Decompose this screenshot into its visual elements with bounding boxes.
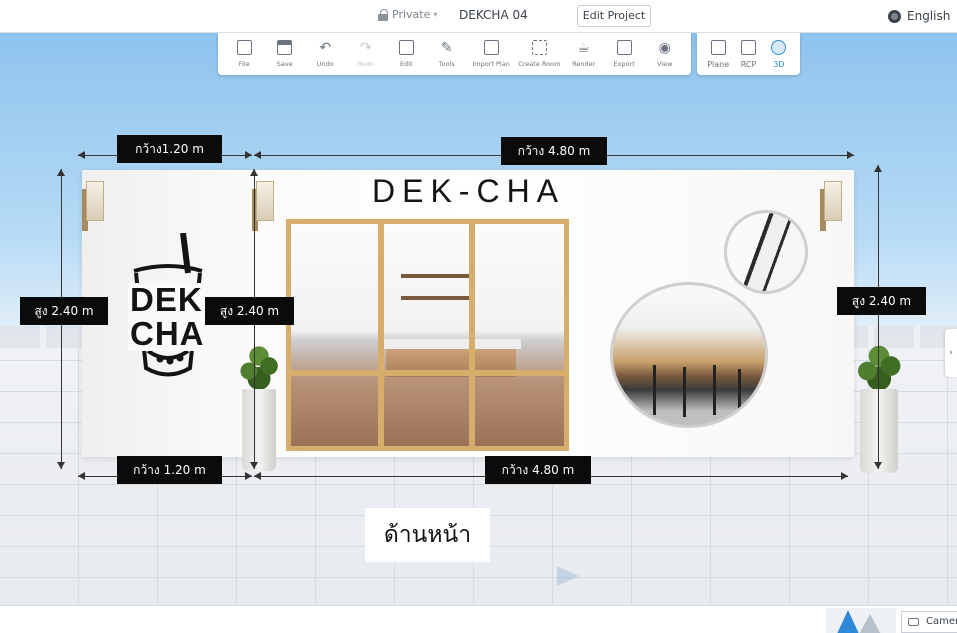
save-icon [276, 40, 294, 57]
camera-button[interactable]: Camera [901, 611, 957, 633]
lock-icon [378, 8, 389, 21]
export-icon [615, 40, 633, 57]
import-plan-label: Import Plan [472, 60, 510, 68]
wall-lamp-center [252, 181, 276, 239]
plane-view-button[interactable]: Plane [703, 33, 733, 75]
tools-label: Tools [438, 60, 455, 68]
edit-project-button[interactable]: Edit Project [577, 5, 651, 27]
export-button[interactable]: Export [604, 33, 645, 75]
compass-icon[interactable] [826, 608, 896, 633]
view-side-caption: ด้านหน้า [365, 508, 490, 562]
create-room-label: Create Room [518, 60, 561, 68]
language-label: English [907, 9, 951, 23]
undo-button[interactable]: ↶ Undo [305, 33, 346, 75]
potted-plant-left [234, 341, 284, 471]
dimension-label-middle-height: สูง 2.40 m [205, 297, 294, 325]
plane-view-label: Plane [707, 59, 730, 69]
file-label: File [238, 60, 250, 68]
potted-plant-right [850, 341, 908, 473]
render-button[interactable]: ☕ Render [563, 33, 604, 75]
3d-view-label: 3D [773, 59, 785, 69]
dimension-label-top-right: กว้าง 4.80 m [501, 137, 607, 165]
brand-sign: DEK-CHA [372, 173, 566, 209]
import-plan-icon [482, 40, 500, 57]
rcp-view-label: RCP [740, 59, 757, 69]
dimension-label-right-height: สูง 2.40 m [837, 287, 926, 315]
rcp-icon [739, 39, 757, 57]
redo-label: Redo [357, 60, 374, 68]
main-toolbar: File Save ↶ Undo ↷ Redo Edit ✎ Tools Imp… [218, 33, 691, 75]
logo-line-1: DEK [130, 281, 203, 318]
view-button[interactable]: ◉ View [644, 33, 685, 75]
camera-label: Camera [926, 616, 957, 627]
chevron-down-icon: ▾ [433, 10, 438, 19]
plane-view-icon [709, 39, 727, 57]
globe-icon [888, 9, 901, 23]
export-label: Export [613, 60, 635, 68]
bottom-bar: Camera [0, 605, 957, 633]
create-room-icon [530, 40, 548, 57]
edit-button[interactable]: Edit [386, 33, 427, 75]
rcp-view-button[interactable]: RCP [733, 33, 763, 75]
view-label: View [656, 60, 673, 68]
undo-label: Undo [316, 60, 334, 68]
interior-photo-small [724, 210, 808, 294]
save-label: Save [276, 60, 293, 68]
create-room-button[interactable]: Create Room [515, 33, 563, 75]
wall-lamp-right [820, 181, 844, 239]
redo-button[interactable]: ↷ Redo [346, 33, 387, 75]
privacy-label: Private [392, 8, 431, 21]
file-button[interactable]: File [224, 33, 265, 75]
edit-label: Edit [399, 60, 413, 68]
logo-text: DEK CHA [128, 283, 207, 351]
top-bar: Private ▾ DEKCHA 04 Edit Project English [0, 0, 957, 33]
render-label: Render [572, 60, 596, 68]
3d-view-icon [770, 39, 788, 57]
logo-line-2: CHA [130, 315, 205, 352]
edit-icon [397, 40, 415, 57]
file-icon [235, 40, 253, 57]
camera-icon [908, 618, 919, 626]
dimension-label-bottom-left: กว้าง 1.20 m [117, 456, 222, 484]
dimension-label-bottom-right: กว้าง 4.80 m [485, 456, 591, 484]
privacy-dropdown[interactable]: Private ▾ [378, 8, 437, 21]
interior-photo-large [610, 282, 768, 428]
3d-view-button[interactable]: 3D [764, 33, 794, 75]
dimension-label-top-left: กว้าง1.20 m [117, 135, 222, 163]
dimension-label-left-height: สูง 2.40 m [20, 297, 108, 325]
render-icon: ☕ [577, 40, 590, 56]
tools-button[interactable]: ✎ Tools [427, 33, 468, 75]
dimension-line-right-height [874, 165, 882, 469]
view-icon: ◉ [658, 40, 671, 56]
tools-icon: ✎ [440, 40, 453, 56]
redo-icon: ↷ [359, 40, 372, 56]
side-panel-toggle[interactable]: › [945, 329, 957, 377]
language-selector[interactable]: English [888, 9, 950, 23]
project-title: DEKCHA 04 [459, 8, 528, 22]
save-button[interactable]: Save [265, 33, 306, 75]
glass-door[interactable] [286, 219, 569, 451]
import-plan-button[interactable]: Import Plan [467, 33, 515, 75]
view-mode-toolbar: Plane RCP 3D [697, 33, 800, 75]
wall-lamp-left [82, 181, 106, 239]
navigate-right-arrow-icon[interactable] [557, 566, 579, 586]
undo-icon: ↶ [319, 40, 332, 56]
